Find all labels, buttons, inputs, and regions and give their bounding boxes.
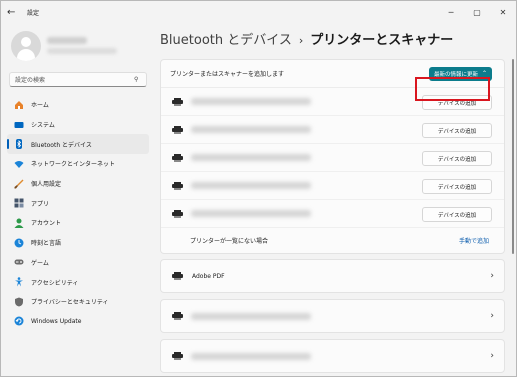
accessibility-icon bbox=[14, 277, 24, 287]
active-indicator bbox=[7, 139, 9, 150]
sidebar-item-label: システム bbox=[31, 122, 55, 130]
device-name-redacted bbox=[191, 154, 311, 162]
title-bar: ← 設定 ─ ▢ ✕ bbox=[1, 1, 516, 23]
search-input[interactable]: 設定の検索 bbox=[15, 75, 134, 84]
found-device-row: デバイスの追加 bbox=[161, 144, 504, 173]
sidebar-item-label: アクセシビリティ bbox=[31, 279, 79, 287]
printer-icon bbox=[172, 125, 183, 134]
printer-icon bbox=[172, 272, 183, 280]
chevron-right-icon: › bbox=[490, 271, 494, 281]
user-email-redacted bbox=[47, 48, 117, 54]
search-box[interactable]: 設定の検索 ⚲ bbox=[9, 72, 147, 87]
window-title: 設定 bbox=[27, 9, 40, 17]
add-device-button[interactable]: デバイスの追加 bbox=[422, 123, 492, 139]
sidebar-nav: ホーム システム Bluetooth とデバイス ネットワークとインターネット … bbox=[7, 95, 149, 331]
printer-icon bbox=[172, 97, 183, 106]
printer-icon bbox=[172, 352, 183, 360]
sidebar-item-bluetooth[interactable]: Bluetooth とデバイス bbox=[7, 134, 149, 155]
chevron-up-icon: ⌃ bbox=[481, 70, 487, 77]
game-icon bbox=[14, 257, 24, 267]
found-device-row: デバイスの追加 bbox=[161, 116, 504, 145]
sidebar-item-label: ゲーム bbox=[31, 259, 49, 267]
sidebar-item-label: プライバシーとセキュリティ bbox=[31, 299, 109, 307]
breadcrumb-parent[interactable]: Bluetooth とデバイス bbox=[160, 33, 292, 48]
sidebar-item-label: Windows Update bbox=[31, 317, 82, 325]
minimize-button[interactable]: ─ bbox=[438, 1, 464, 23]
device-name-redacted bbox=[191, 210, 311, 218]
printer-icon bbox=[172, 312, 183, 320]
breadcrumb-current: プリンターとスキャナー bbox=[310, 33, 454, 48]
sidebar-item-time-language[interactable]: 時刻と言語 bbox=[7, 233, 149, 253]
shield-icon bbox=[14, 297, 24, 307]
chevron-right-icon: › bbox=[490, 311, 494, 321]
sidebar: 設定の検索 ⚲ ホーム システム Bluetooth とデバイス ネットワークと… bbox=[1, 23, 151, 376]
sidebar-item-personalization[interactable]: 個人用設定 bbox=[7, 174, 149, 194]
sidebar-item-windows-update[interactable]: Windows Update bbox=[7, 312, 149, 332]
device-name-redacted bbox=[191, 126, 311, 134]
settings-window: ← 設定 ─ ▢ ✕ 設定の検索 ⚲ ホーム システム Bluetooth とデ… bbox=[0, 0, 517, 377]
sidebar-item-privacy-security[interactable]: プライバシーとセキュリティ bbox=[7, 292, 149, 312]
sidebar-item-system[interactable]: システム bbox=[7, 115, 149, 135]
add-device-button[interactable]: デバイスの追加 bbox=[422, 207, 492, 223]
scrollbar[interactable] bbox=[512, 59, 514, 254]
home-icon bbox=[14, 100, 24, 110]
found-device-row: デバイスの追加 bbox=[161, 200, 504, 229]
sidebar-item-label: 時刻と言語 bbox=[31, 240, 62, 248]
sidebar-item-label: 個人用設定 bbox=[31, 181, 62, 189]
chevron-right-icon: › bbox=[490, 351, 494, 361]
add-device-button[interactable]: デバイスの追加 bbox=[422, 151, 492, 167]
brush-icon bbox=[14, 179, 24, 189]
bluetooth-icon bbox=[14, 139, 24, 150]
system-icon bbox=[14, 120, 24, 130]
window-controls: ─ ▢ ✕ bbox=[438, 1, 516, 23]
printer-icon bbox=[172, 209, 183, 218]
sidebar-item-label: ホーム bbox=[31, 102, 49, 110]
printer-card[interactable]: › bbox=[160, 339, 505, 373]
sidebar-item-label: アプリ bbox=[31, 200, 50, 208]
printer-icon bbox=[172, 153, 183, 162]
account-icon bbox=[14, 218, 24, 228]
page-title: Bluetooth とデバイス › プリンターとスキャナー bbox=[160, 29, 453, 48]
printer-card[interactable]: › bbox=[160, 299, 505, 333]
user-name-redacted bbox=[47, 37, 87, 44]
maximize-button[interactable]: ▢ bbox=[464, 1, 490, 23]
sidebar-item-accounts[interactable]: アカウント bbox=[7, 213, 149, 233]
network-icon bbox=[14, 159, 24, 169]
time-language-icon bbox=[14, 238, 24, 248]
printer-icon bbox=[172, 181, 183, 190]
sidebar-item-gaming[interactable]: ゲーム bbox=[7, 253, 149, 273]
printer-name-redacted bbox=[191, 352, 311, 360]
add-printer-label: プリンターまたはスキャナーを追加します bbox=[170, 71, 285, 78]
not-listed-label: プリンターが一覧にない場合 bbox=[190, 238, 269, 246]
sidebar-item-label: アカウント bbox=[31, 220, 62, 228]
found-device-row: デバイスの追加 bbox=[161, 172, 504, 201]
sidebar-item-apps[interactable]: アプリ bbox=[7, 193, 149, 213]
printer-card-adobe-pdf[interactable]: Adobe PDF › bbox=[160, 259, 505, 293]
add-device-button[interactable]: デバイスの追加 bbox=[422, 179, 492, 195]
user-profile[interactable] bbox=[11, 31, 151, 65]
device-name-redacted bbox=[191, 98, 311, 106]
back-arrow-icon[interactable]: ← bbox=[7, 7, 21, 18]
sidebar-item-label: ネットワークとインターネット bbox=[31, 161, 116, 169]
sidebar-item-network[interactable]: ネットワークとインターネット bbox=[7, 154, 149, 174]
breadcrumb-separator: › bbox=[298, 34, 304, 47]
main-content: Bluetooth とデバイス › プリンターとスキャナー プリンターまたはスキャナ… bbox=[151, 23, 516, 376]
apps-icon bbox=[14, 198, 24, 208]
add-manually-link[interactable]: 手動で追加 bbox=[459, 236, 489, 245]
printer-name-redacted bbox=[191, 312, 311, 320]
sidebar-item-home[interactable]: ホーム bbox=[7, 95, 149, 115]
avatar bbox=[11, 31, 41, 61]
sidebar-item-label: Bluetooth とデバイス bbox=[31, 141, 92, 149]
search-icon: ⚲ bbox=[134, 76, 139, 83]
highlight-box bbox=[415, 77, 490, 101]
printer-not-listed-row: プリンターが一覧にない場合 手動で追加 bbox=[161, 228, 504, 253]
printer-name: Adobe PDF bbox=[192, 272, 225, 280]
update-icon bbox=[14, 316, 24, 326]
device-name-redacted bbox=[191, 182, 311, 190]
sidebar-item-accessibility[interactable]: アクセシビリティ bbox=[7, 272, 149, 292]
close-button[interactable]: ✕ bbox=[490, 1, 516, 23]
